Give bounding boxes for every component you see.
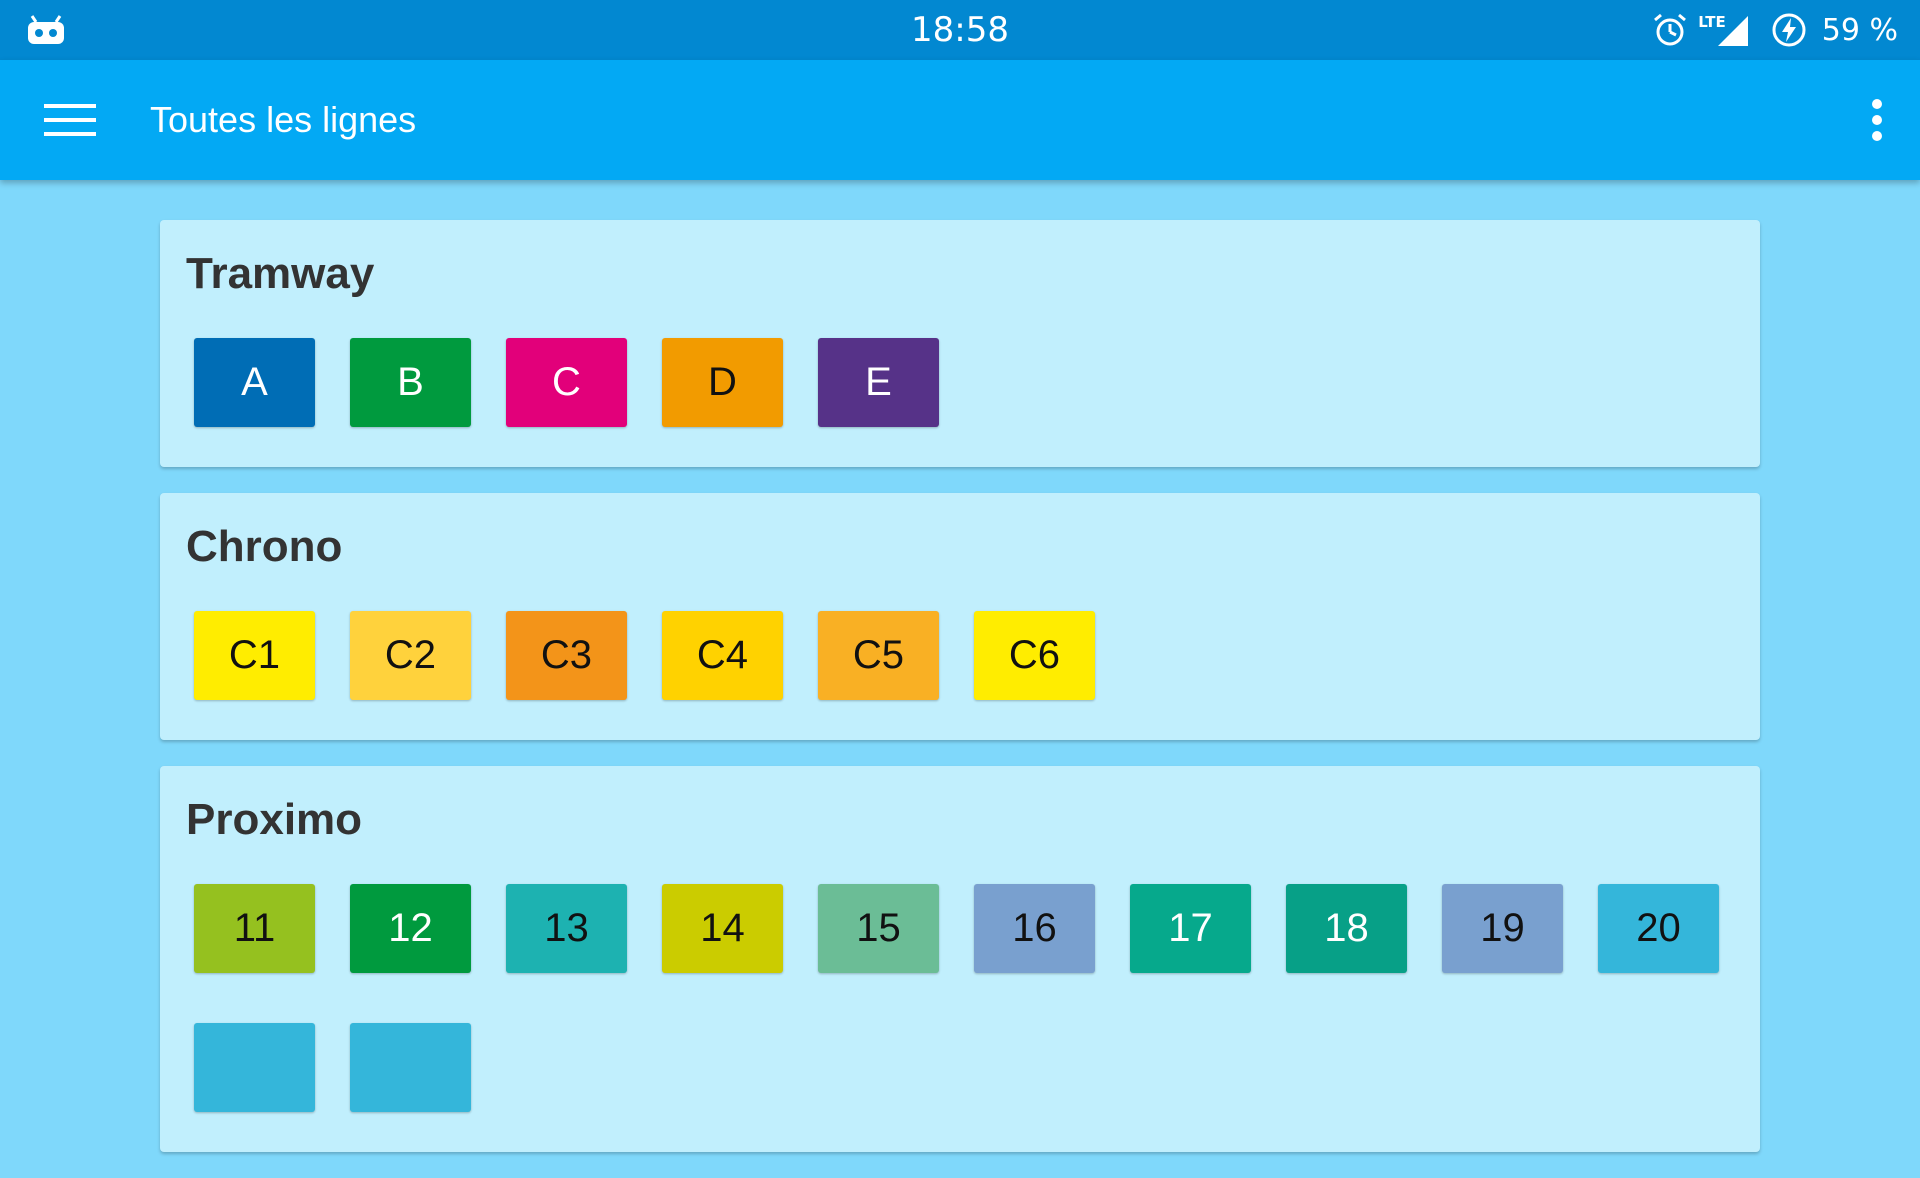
section-card-chrono: Chrono C1 C2 C3 C4 C5 C6 (160, 493, 1760, 740)
line-chip[interactable]: C2 (350, 611, 471, 700)
network-type-label: LTE (1698, 13, 1726, 31)
section-title: Tramway (186, 249, 375, 298)
line-chip[interactable]: C6 (974, 611, 1095, 700)
page-title: Toutes les lignes (150, 99, 417, 140)
alarm-icon (1654, 13, 1687, 46)
section-card-tramway: Tramway A B C D E (160, 220, 1760, 467)
section-card-proximo: Proximo 11 12 13 14 15 16 17 18 19 20 (160, 766, 1760, 1152)
line-chips: ABCDE (186, 338, 1734, 427)
line-chip[interactable]: C1 (194, 611, 315, 700)
line-chip[interactable]: 13 (506, 884, 627, 973)
line-chip[interactable] (194, 1023, 315, 1112)
line-chip[interactable]: C4 (662, 611, 783, 700)
line-chip[interactable]: E (818, 338, 939, 427)
line-chip[interactable]: 11 (194, 884, 315, 973)
line-chip[interactable]: C5 (818, 611, 939, 700)
line-chips: 11 12 13 14 15 16 17 18 19 20 (186, 884, 1734, 1112)
menu-button[interactable] (30, 90, 110, 150)
overflow-menu-button[interactable] (1852, 90, 1902, 150)
hamburger-menu-icon (44, 104, 96, 136)
line-chip[interactable]: 14 (662, 884, 783, 973)
battery-charging-icon (1772, 13, 1806, 47)
status-time: 18:58 (911, 10, 1009, 50)
status-icons: LTE 59 % (1652, 0, 1898, 60)
line-chip[interactable]: 16 (974, 884, 1095, 973)
section-title: Proximo (186, 795, 363, 844)
line-chip[interactable]: A (194, 338, 315, 427)
line-chip[interactable]: C3 (506, 611, 627, 700)
line-chip[interactable]: 18 (1286, 884, 1407, 973)
app-bar: Toutes les lignes (0, 60, 1920, 180)
line-chip[interactable]: C (506, 338, 627, 427)
battery-percentage: 59 % (1821, 12, 1898, 48)
status-bar: 18:58 LTE 59 % (0, 0, 1920, 60)
section-title: Chrono (186, 522, 343, 571)
line-chip[interactable]: D (662, 338, 783, 427)
more-vertical-icon (1872, 99, 1882, 141)
line-chip[interactable]: B (350, 338, 471, 427)
line-chip[interactable]: 20 (1598, 884, 1719, 973)
line-chip[interactable]: 19 (1442, 884, 1563, 973)
line-chips: C1 C2 C3 C4 C5 C6 (186, 611, 1734, 700)
line-chip[interactable]: 15 (818, 884, 939, 973)
line-chip[interactable] (350, 1023, 471, 1112)
line-chip[interactable]: 17 (1130, 884, 1251, 973)
lines-list: Tramway A B C D E Chrono C1 C2 C3 C4 C5 C6 Proximo 11 1… (160, 220, 1760, 1178)
line-chip[interactable]: 12 (350, 884, 471, 973)
